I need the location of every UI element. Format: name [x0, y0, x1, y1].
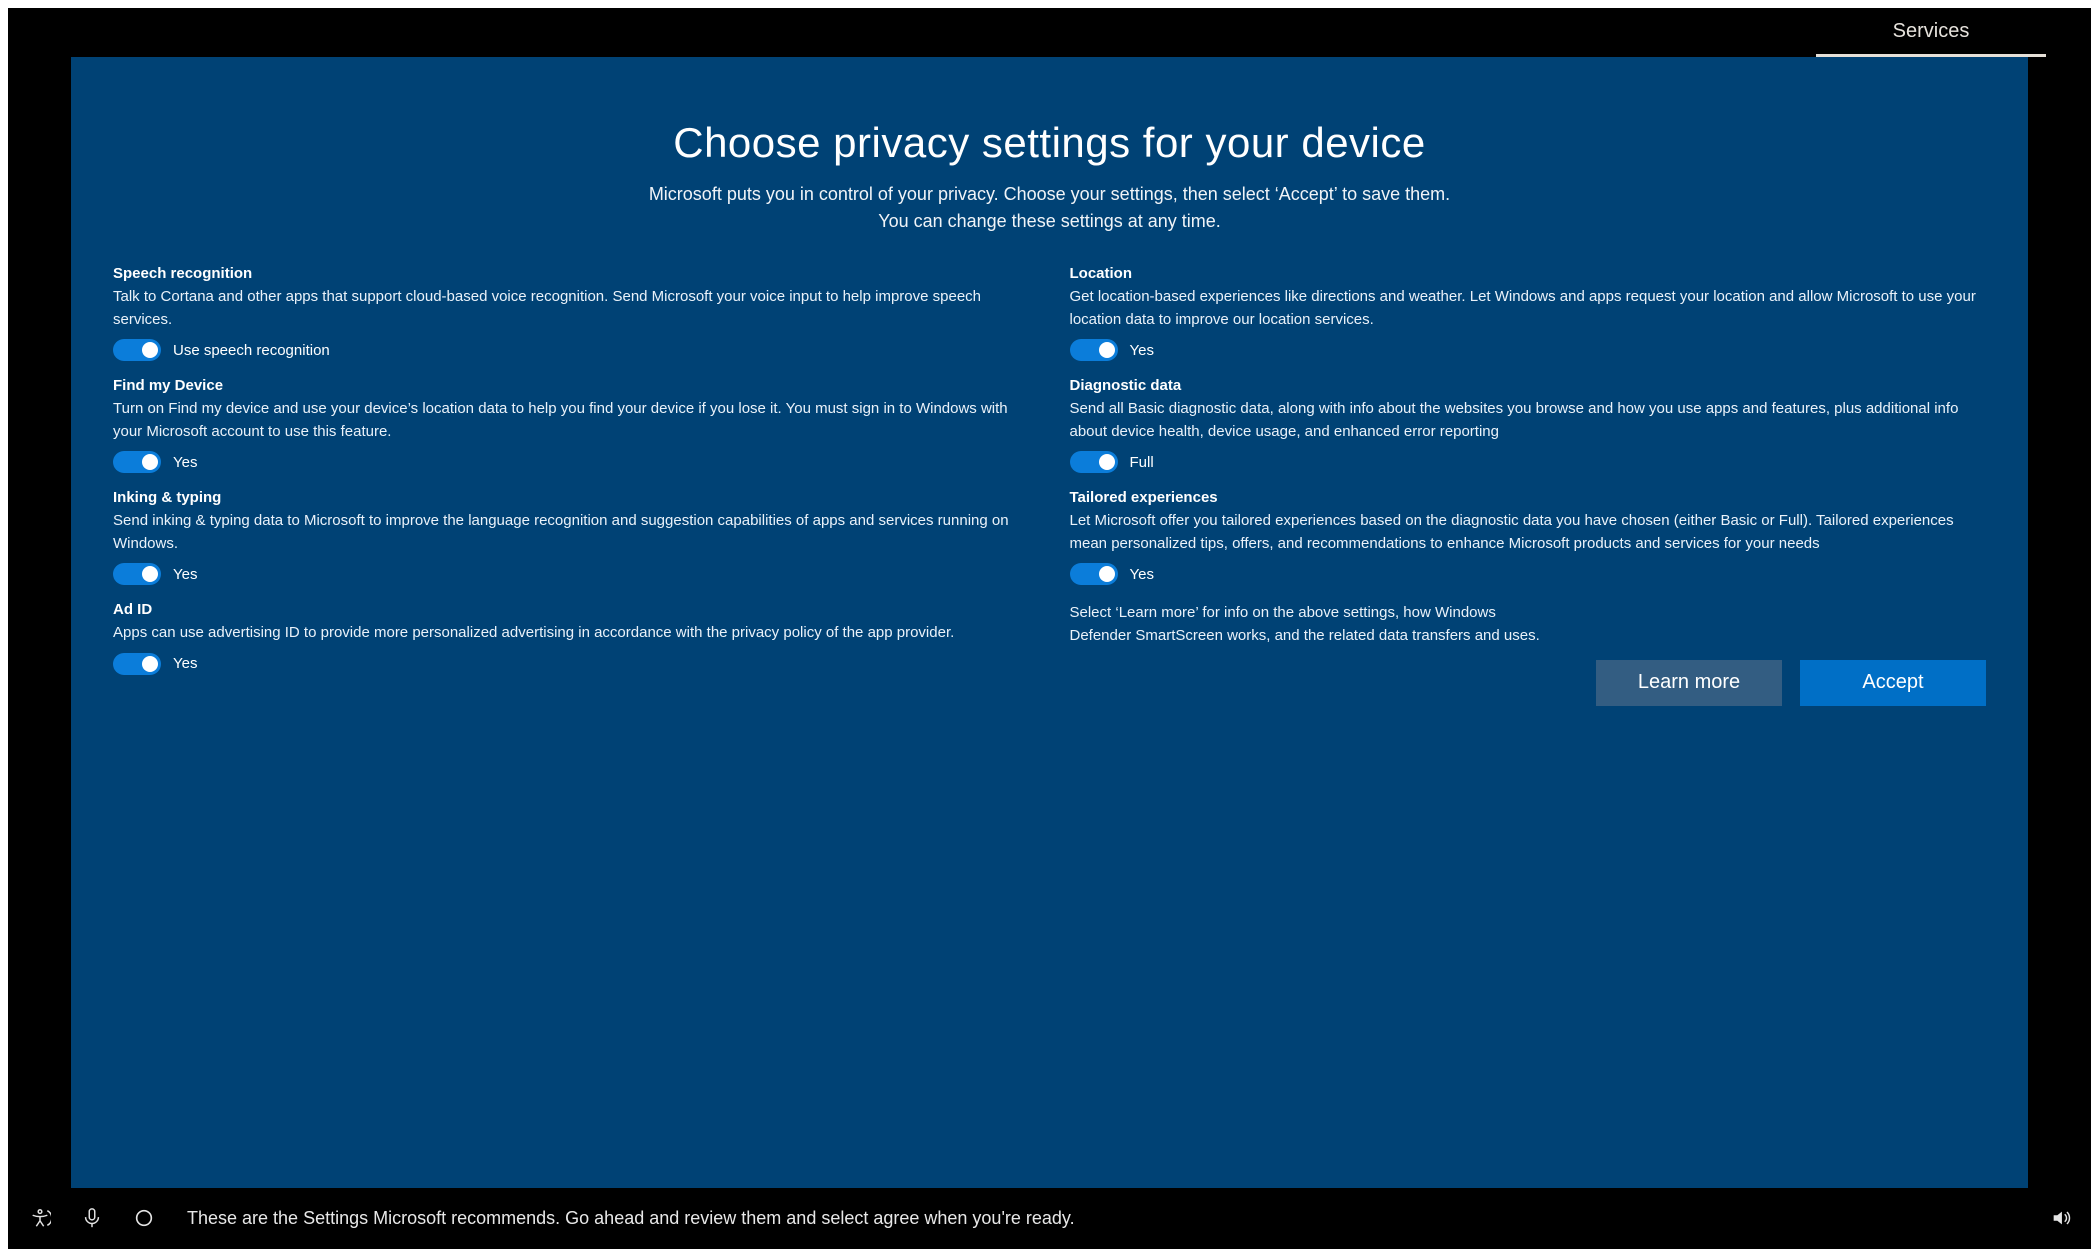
toggle-speech-recognition[interactable] — [113, 339, 161, 361]
setting-location: Location Get location-based experiences … — [1070, 265, 1987, 361]
toggle-ad-id[interactable] — [113, 653, 161, 675]
subtitle-line-1: Microsoft puts you in control of your pr… — [649, 184, 1450, 204]
toggle-label: Yes — [1130, 342, 1154, 359]
setting-description: Send inking & typing data to Microsoft t… — [113, 510, 1030, 555]
setting-find-my-device: Find my Device Turn on Find my device an… — [113, 377, 1030, 473]
toggle-find-my-device[interactable] — [113, 451, 161, 473]
cortana-icon[interactable] — [133, 1207, 155, 1229]
setting-description: Get location-based experiences like dire… — [1070, 286, 1987, 331]
setting-inking-typing: Inking & typing Send inking & typing dat… — [113, 489, 1030, 585]
privacy-settings-panel: Choose privacy settings for your device … — [71, 57, 2028, 1188]
narrator-text: These are the Settings Microsoft recomme… — [187, 1208, 1075, 1229]
toggle-diagnostic-data[interactable] — [1070, 451, 1118, 473]
header-tabs: Services — [9, 9, 2090, 57]
toggle-location[interactable] — [1070, 339, 1118, 361]
setting-description: Send all Basic diagnostic data, along wi… — [1070, 398, 1987, 443]
setting-title: Location — [1070, 265, 1987, 282]
setting-title: Diagnostic data — [1070, 377, 1987, 394]
settings-column-left: Speech recognition Talk to Cortana and o… — [113, 265, 1030, 1170]
learn-more-button[interactable]: Learn more — [1596, 660, 1782, 706]
setting-title: Tailored experiences — [1070, 489, 1987, 506]
action-buttons: Learn more Accept — [1070, 660, 1987, 706]
learn-more-footnote: Select ‘Learn more’ for info on the abov… — [1070, 601, 1987, 648]
tab-services[interactable]: Services — [1816, 9, 2046, 57]
setting-ad-id: Ad ID Apps can use advertising ID to pro… — [113, 601, 1030, 675]
settings-column-right: Location Get location-based experiences … — [1070, 265, 1987, 1170]
setting-description: Talk to Cortana and other apps that supp… — [113, 286, 1030, 331]
setting-description: Apps can use advertising ID to provide m… — [113, 622, 1030, 645]
toggle-inking-typing[interactable] — [113, 563, 161, 585]
oobe-frame: Services Choose privacy settings for you… — [8, 8, 2091, 1249]
setting-description: Turn on Find my device and use your devi… — [113, 398, 1030, 443]
accessibility-icon[interactable] — [29, 1207, 51, 1229]
toggle-label: Full — [1130, 454, 1154, 471]
narrator-bar: These are the Settings Microsoft recomme… — [9, 1188, 2090, 1248]
setting-title: Find my Device — [113, 377, 1030, 394]
microphone-icon[interactable] — [81, 1207, 103, 1229]
volume-icon[interactable] — [2050, 1207, 2072, 1229]
toggle-label: Yes — [173, 454, 197, 471]
setting-title: Speech recognition — [113, 265, 1030, 282]
setting-description: Let Microsoft offer you tailored experie… — [1070, 510, 1987, 555]
tab-label: Services — [1893, 20, 1970, 43]
subtitle-line-2: You can change these settings at any tim… — [878, 211, 1221, 231]
page-title: Choose privacy settings for your device — [113, 119, 1986, 167]
footnote-line-1: Select ‘Learn more’ for info on the abov… — [1070, 604, 1496, 621]
toggle-tailored-experiences[interactable] — [1070, 563, 1118, 585]
toggle-label: Yes — [1130, 566, 1154, 583]
setting-tailored-experiences: Tailored experiences Let Microsoft offer… — [1070, 489, 1987, 585]
accept-button[interactable]: Accept — [1800, 660, 1986, 706]
setting-speech-recognition: Speech recognition Talk to Cortana and o… — [113, 265, 1030, 361]
toggle-label: Yes — [173, 566, 197, 583]
setting-diagnostic-data: Diagnostic data Send all Basic diagnosti… — [1070, 377, 1987, 473]
toggle-label: Yes — [173, 655, 197, 672]
setting-title: Ad ID — [113, 601, 1030, 618]
page-subtitle: Microsoft puts you in control of your pr… — [113, 181, 1986, 235]
setting-title: Inking & typing — [113, 489, 1030, 506]
footnote-line-2: Defender SmartScreen works, and the rela… — [1070, 627, 1540, 644]
toggle-label: Use speech recognition — [173, 342, 330, 359]
